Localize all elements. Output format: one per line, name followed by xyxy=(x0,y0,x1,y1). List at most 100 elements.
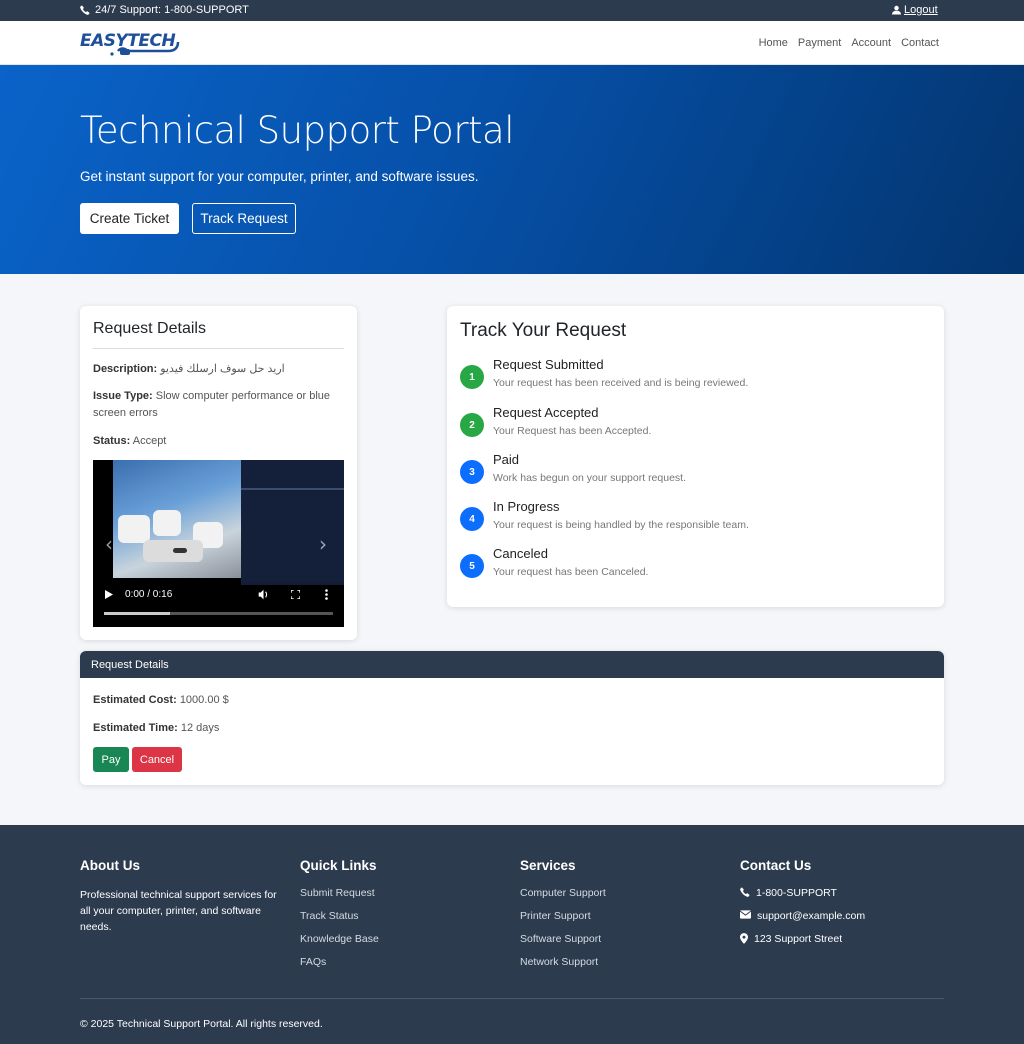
footer-link-network-support[interactable]: Network Support xyxy=(520,956,720,979)
footer-link-knowledge-base[interactable]: Knowledge Base xyxy=(300,933,500,956)
chevron-right-icon[interactable]: › xyxy=(319,532,327,556)
divider xyxy=(93,348,344,349)
hero-subtitle: Get instant support for your computer, p… xyxy=(80,169,479,184)
footer-link-printer-support[interactable]: Printer Support xyxy=(520,910,720,933)
footer-email: support@example.com xyxy=(740,910,940,933)
fullscreen-icon[interactable] xyxy=(291,590,300,599)
footer-phone-text: 1-800-SUPPORT xyxy=(756,887,837,899)
estimate-card: Request Details Estimated Cost: 1000.00 … xyxy=(80,651,944,785)
track-step: 1 Request Submitted Your request has bee… xyxy=(460,357,930,397)
video-progress-fill xyxy=(104,612,171,615)
video-progress-bar[interactable] xyxy=(104,612,333,615)
step-number-badge: 3 xyxy=(460,460,484,484)
request-details-card: Request Details Description: اريد حل سوف… xyxy=(80,306,357,640)
footer-about-text: Professional technical support services … xyxy=(80,889,277,933)
step-title: Request Submitted xyxy=(493,357,604,372)
user-icon xyxy=(892,5,901,15)
chevron-left-icon[interactable]: ‹ xyxy=(105,532,113,556)
footer-services-title: Services xyxy=(520,858,576,873)
navbar: EASYTECH Home Payment Account Contact xyxy=(0,21,1024,65)
envelope-icon xyxy=(740,910,751,919)
pay-button[interactable]: Pay xyxy=(93,747,129,772)
description-field: Description: اريد حل سوف ارسلك فيديو xyxy=(93,361,338,378)
step-description: Your Request has been Accepted. xyxy=(493,425,652,437)
create-ticket-button[interactable]: Create Ticket xyxy=(80,203,179,234)
nav-account[interactable]: Account xyxy=(851,37,891,49)
description-label: Description: xyxy=(93,363,158,375)
track-heading: Track Your Request xyxy=(460,320,627,341)
step-number-badge: 1 xyxy=(460,365,484,389)
step-title: Paid xyxy=(493,452,520,467)
logout-link[interactable]: Logout xyxy=(892,4,938,16)
phone-icon xyxy=(740,887,750,897)
footer-link-faqs[interactable]: FAQs xyxy=(300,956,500,979)
top-bar: 24/7 Support: 1-800-SUPPORT Logout xyxy=(0,0,1024,21)
footer-about: About Us Professional technical support … xyxy=(80,858,280,935)
footer-link-computer-support[interactable]: Computer Support xyxy=(520,887,720,910)
estimated-time-label: Estimated Time: xyxy=(93,722,178,734)
estimated-cost-value: 1000.00 $ xyxy=(179,694,229,706)
video-player[interactable]: ‹ › 0:00 / 0:16 xyxy=(93,460,344,627)
track-step: 2 Request Accepted Your Request has been… xyxy=(460,405,930,445)
description-value: اريد حل سوف ارسلك فيديو xyxy=(160,363,285,375)
step-number-badge: 4 xyxy=(460,507,484,531)
footer-email-text: support@example.com xyxy=(757,910,866,922)
hero-banner: Technical Support Portal Get instant sup… xyxy=(0,65,1024,274)
phone-icon xyxy=(80,5,90,15)
footer-quick-title: Quick Links xyxy=(300,858,377,873)
footer-phone: 1-800-SUPPORT xyxy=(740,887,940,910)
step-title: Canceled xyxy=(493,546,548,561)
nav-home[interactable]: Home xyxy=(759,37,788,49)
page-title: Technical Support Portal xyxy=(80,109,515,152)
support-text: 24/7 Support: 1-800-SUPPORT xyxy=(95,4,249,16)
svg-text:EASYTECH: EASYTECH xyxy=(80,31,176,51)
step-description: Work has begun on your support request. xyxy=(493,472,687,484)
estimated-time-field: Estimated Time: 12 days xyxy=(93,720,693,737)
footer-link-track-status[interactable]: Track Status xyxy=(300,910,500,933)
footer-divider xyxy=(80,998,944,999)
logout-label[interactable]: Logout xyxy=(904,4,938,16)
video-time: 0:00 / 0:16 xyxy=(125,589,173,600)
footer-contact: Contact Us 1-800-SUPPORT support@example… xyxy=(740,858,940,956)
track-step: 5 Canceled Your request has been Cancele… xyxy=(460,546,930,586)
video-screen-area xyxy=(241,460,344,585)
step-description: Your request has been received and is be… xyxy=(493,377,749,389)
track-request-button[interactable]: Track Request xyxy=(192,203,296,234)
nav-contact[interactable]: Contact xyxy=(901,37,939,49)
footer-about-title: About Us xyxy=(80,858,140,873)
nav-payment[interactable]: Payment xyxy=(798,37,841,49)
track-request-card: Track Your Request 1 Request Submitted Y… xyxy=(447,306,944,607)
copyright: © 2025 Technical Support Portal. All rig… xyxy=(80,1018,323,1030)
brand-logo[interactable]: EASYTECH xyxy=(80,27,182,64)
estimate-heading: Request Details xyxy=(80,651,944,678)
status-field: Status: Accept xyxy=(93,433,338,450)
estimated-cost-field: Estimated Cost: 1000.00 $ xyxy=(93,692,693,709)
footer-address-text: 123 Support Street xyxy=(754,933,843,945)
status-label: Status: xyxy=(93,435,131,447)
track-step: 4 In Progress Your request is being hand… xyxy=(460,499,930,539)
footer: About Us Professional technical support … xyxy=(0,825,1024,1044)
volume-icon[interactable] xyxy=(258,589,269,600)
main-nav: Home Payment Account Contact xyxy=(759,37,939,49)
step-number-badge: 2 xyxy=(460,413,484,437)
issue-type-field: Issue Type: Slow computer performance or… xyxy=(93,388,338,422)
footer-link-submit-request[interactable]: Submit Request xyxy=(300,887,500,910)
estimated-time-value: 12 days xyxy=(180,722,220,734)
step-description: Your request is being handled by the res… xyxy=(493,519,749,531)
footer-services: Services Computer Support Printer Suppor… xyxy=(520,858,720,979)
play-icon[interactable] xyxy=(105,590,113,599)
estimated-cost-label: Estimated Cost: xyxy=(93,694,177,706)
video-frame xyxy=(113,460,241,578)
status-value: Accept xyxy=(132,435,167,447)
footer-quick-links: Quick Links Submit Request Track Status … xyxy=(300,858,500,979)
map-pin-icon xyxy=(740,933,748,944)
step-description: Your request has been Canceled. xyxy=(493,566,649,578)
step-title: In Progress xyxy=(493,499,560,514)
cancel-button[interactable]: Cancel xyxy=(132,747,182,772)
step-number-badge: 5 xyxy=(460,554,484,578)
track-step: 3 Paid Work has begun on your support re… xyxy=(460,452,930,492)
footer-link-software-support[interactable]: Software Support xyxy=(520,933,720,956)
support-line: 24/7 Support: 1-800-SUPPORT xyxy=(80,4,249,16)
video-controls xyxy=(93,580,344,627)
more-options-icon[interactable] xyxy=(325,589,328,600)
